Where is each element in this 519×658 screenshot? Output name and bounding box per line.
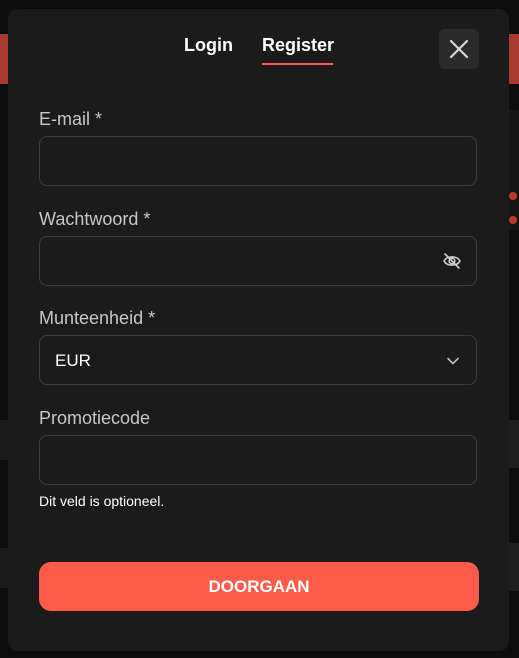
backdrop-dot <box>509 192 517 200</box>
promo-field-container <box>39 435 477 485</box>
backdrop-block <box>0 420 8 460</box>
auth-tabs: Login Register <box>8 35 509 75</box>
password-field-container <box>39 236 477 286</box>
promo-code-field[interactable] <box>40 436 476 484</box>
currency-select[interactable]: EUR <box>39 335 477 385</box>
currency-selected-value: EUR <box>55 351 91 370</box>
email-field[interactable] <box>40 137 476 185</box>
close-icon <box>449 39 469 59</box>
tab-register[interactable]: Register <box>262 35 334 56</box>
backdrop-dot <box>509 216 517 224</box>
email-field-container <box>39 136 477 186</box>
promo-label: Promotiecode <box>39 408 151 428</box>
eye-off-icon <box>443 253 461 269</box>
backdrop-block <box>0 548 8 588</box>
email-label: E-mail * <box>39 109 103 129</box>
continue-button[interactable]: DOORGAAN <box>39 562 479 611</box>
promo-hint: Dit veld is optioneel. <box>39 493 165 509</box>
auth-modal: Login Register E-mail * Wachtwoord * Mun… <box>8 9 509 651</box>
active-tab-indicator <box>262 63 333 65</box>
tab-login[interactable]: Login <box>184 35 233 56</box>
chevron-down-icon <box>447 357 459 365</box>
password-field[interactable] <box>40 237 476 285</box>
close-button[interactable] <box>439 29 479 69</box>
toggle-password-visibility[interactable] <box>442 251 462 276</box>
currency-label: Munteenheid * <box>39 308 156 328</box>
password-label: Wachtwoord * <box>39 209 151 229</box>
